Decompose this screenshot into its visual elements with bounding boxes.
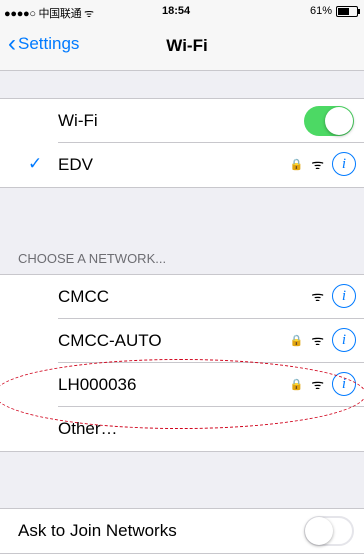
toggle-knob <box>325 107 353 135</box>
network-name: CMCC-AUTO <box>58 331 162 350</box>
lock-icon: 🔒 <box>289 378 304 391</box>
page-title: Wi-Fi <box>166 36 208 55</box>
wifi-toggle-row: Wi-Fi <box>0 99 364 143</box>
wifi-label: Wi-Fi <box>58 111 98 130</box>
wifi-toggle[interactable] <box>304 106 354 136</box>
wifi-group: Wi-Fi ✓ EDV 🔒 ᯤ i <box>0 98 364 188</box>
other-network-label: Other… <box>58 419 118 438</box>
battery-icon <box>336 5 360 17</box>
wifi-signal-icon: ᯤ <box>311 375 324 392</box>
wifi-signal-icon: ᯤ <box>311 331 324 348</box>
networks-group: CMCC ᯤ i CMCC-AUTO 🔒 ᯤ i LH000036 🔒 ᯤ i … <box>0 274 364 452</box>
ask-to-join-label: Ask to Join Networks <box>18 521 177 540</box>
info-icon[interactable]: i <box>332 152 356 176</box>
battery-indicator: 61% <box>309 5 360 17</box>
navigation-bar: ‹ Settings Wi-Fi <box>0 22 364 71</box>
network-name: LH000036 <box>58 375 137 394</box>
lock-icon: 🔒 <box>289 158 304 171</box>
info-icon[interactable]: i <box>332 328 356 352</box>
toggle-knob <box>305 517 333 545</box>
wifi-signal-icon: ᯤ <box>311 155 324 172</box>
lock-icon: 🔒 <box>289 334 304 347</box>
info-icon[interactable]: i <box>332 372 356 396</box>
section-header: CHOOSE A NETWORK... <box>18 251 167 266</box>
connected-network-row[interactable]: ✓ EDV 🔒 ᯤ i <box>0 143 364 187</box>
network-name: CMCC <box>58 287 109 306</box>
wifi-signal-icon: ᯤ <box>311 287 324 304</box>
status-bar: ●●●●○ 中国联通 ᯤ 18:54 61% <box>0 0 364 22</box>
carrier-label: ●●●●○ 中国联通 ᯤ <box>4 8 94 20</box>
network-row[interactable]: CMCC-AUTO 🔒 ᯤ i <box>0 319 364 363</box>
ask-to-join-group: Ask to Join Networks <box>0 508 364 554</box>
info-icon[interactable]: i <box>332 284 356 308</box>
battery-percent: 61% <box>309 5 332 17</box>
ask-to-join-toggle[interactable] <box>304 516 354 546</box>
network-name: EDV <box>58 155 93 174</box>
network-row[interactable]: LH000036 🔒 ᯤ i <box>0 363 364 407</box>
clock: 18:54 <box>162 5 191 17</box>
network-row[interactable]: CMCC ᯤ i <box>0 275 364 319</box>
ask-to-join-row: Ask to Join Networks <box>0 509 364 553</box>
other-network-row[interactable]: Other… <box>0 407 364 451</box>
checkmark-icon: ✓ <box>28 154 43 173</box>
